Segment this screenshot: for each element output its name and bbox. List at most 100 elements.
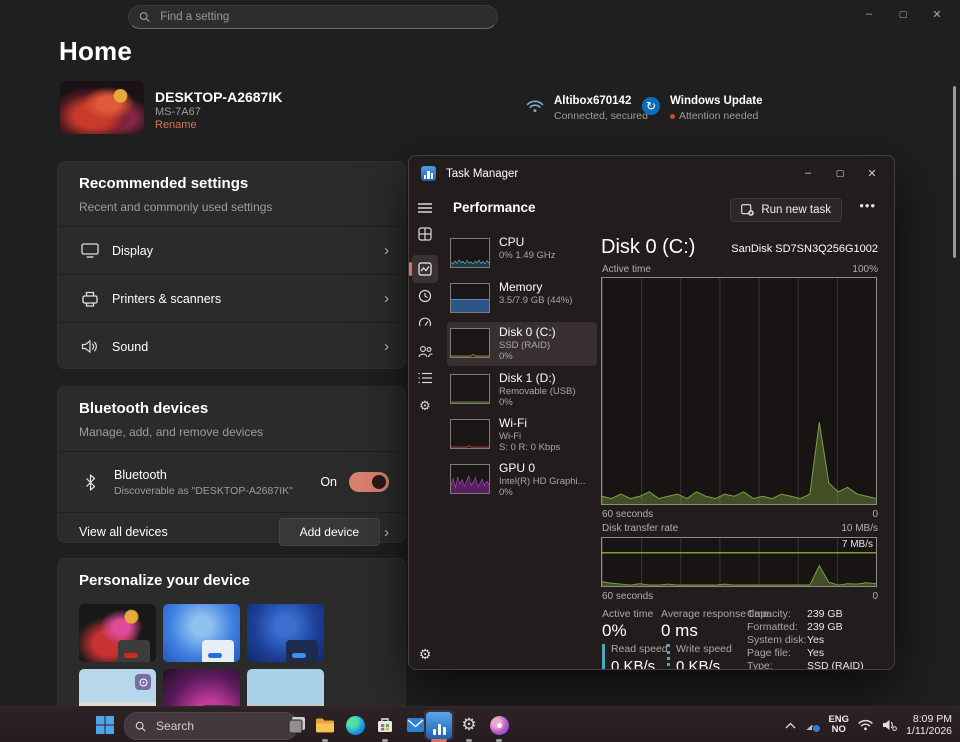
settings-taskbar-button[interactable]: ⚙ bbox=[456, 712, 482, 738]
write-speed-value: 0 KB/s bbox=[676, 658, 720, 670]
prop-value: Yes bbox=[807, 634, 824, 646]
tm-page-title: Performance bbox=[453, 200, 536, 215]
x-axis-left: 60 seconds bbox=[602, 591, 653, 602]
rename-link[interactable]: Rename bbox=[155, 119, 197, 131]
maximize-icon[interactable]: ▢ bbox=[824, 160, 856, 186]
metric-wifi[interactable]: Wi-Fi Wi-Fi S: 0 R: 0 Kbps bbox=[447, 413, 597, 457]
metric-disk0-selected[interactable]: Disk 0 (C:) SSD (RAID) 0% bbox=[447, 322, 597, 366]
gpu-mini-graph bbox=[451, 465, 489, 493]
disk1-mini-graph bbox=[451, 375, 489, 403]
onedrive-cloud-icon[interactable]: ☁ bbox=[805, 718, 819, 732]
details-icon[interactable] bbox=[414, 366, 436, 390]
windows-update-icon: ↻ bbox=[642, 97, 660, 115]
add-device-button[interactable]: Add device bbox=[279, 518, 380, 546]
theme-thumbnail-dark-flower[interactable] bbox=[79, 604, 156, 662]
page-title: Home bbox=[59, 36, 132, 67]
speaker-icon bbox=[81, 339, 99, 354]
disk-detail-title: Disk 0 (C:) bbox=[601, 236, 695, 259]
close-icon[interactable]: ✕ bbox=[856, 160, 888, 186]
startup-apps-icon[interactable] bbox=[414, 311, 436, 335]
tray-volume-icon[interactable] bbox=[882, 719, 897, 731]
attention-dot-icon bbox=[670, 114, 675, 119]
gear-icon: ⚙ bbox=[461, 715, 476, 735]
processes-icon[interactable] bbox=[414, 222, 436, 246]
store-icon bbox=[376, 716, 394, 734]
paint-app-button[interactable] bbox=[486, 712, 512, 738]
device-model: MS-7A67 bbox=[155, 106, 201, 118]
edge-icon bbox=[346, 716, 365, 735]
open-app-indicator bbox=[496, 739, 502, 742]
settings-search-box[interactable] bbox=[128, 5, 498, 29]
metric-cpu[interactable]: CPU 0% 1.49 GHz bbox=[447, 232, 597, 276]
task-manager-titlebar[interactable]: Task Manager bbox=[421, 166, 518, 181]
close-icon[interactable]: ✕ bbox=[920, 2, 954, 26]
toggle-state-label: On bbox=[320, 475, 337, 489]
clock[interactable]: 8:09 PM1/11/2026 bbox=[906, 713, 952, 737]
theme-preview-window bbox=[202, 640, 234, 662]
tray-chevron-up-icon[interactable] bbox=[785, 722, 796, 729]
settings-search-input[interactable] bbox=[158, 10, 487, 24]
task-manager-window: Task Manager – ▢ ✕ ⚙ ⚙ bbox=[408, 155, 895, 670]
navigation-menu-icon[interactable] bbox=[414, 196, 436, 220]
taskbar-search-input[interactable] bbox=[154, 718, 287, 734]
disk0-mini-graph bbox=[451, 329, 489, 357]
task-manager-app-icon bbox=[421, 166, 436, 181]
metric-gpu[interactable]: GPU 0 Intel(R) HD Graphi... 0% bbox=[447, 458, 597, 502]
setting-item-sound[interactable]: Sound › bbox=[58, 322, 405, 370]
transfer-rate-chart: 7 MB/s bbox=[601, 537, 877, 587]
view-all-devices-row[interactable]: View all devices Add device › bbox=[58, 512, 405, 551]
services-icon[interactable]: ⚙ bbox=[414, 394, 436, 418]
rail-accent-pill bbox=[409, 262, 412, 276]
tm-settings-icon[interactable]: ⚙ bbox=[414, 642, 436, 666]
users-icon[interactable] bbox=[414, 339, 436, 363]
memory-mini-graph bbox=[451, 284, 489, 312]
file-explorer-button[interactable] bbox=[312, 712, 338, 738]
read-speed-label: Read speed bbox=[611, 643, 668, 655]
microsoft-store-button[interactable] bbox=[372, 712, 398, 738]
task-manager-taskbar-button[interactable] bbox=[426, 712, 452, 738]
prop-value: SSD (RAID) bbox=[807, 660, 864, 670]
chevron-right-icon: › bbox=[384, 524, 389, 541]
scale-marker-label: 7 MB/s bbox=[842, 539, 873, 550]
metric-disk1[interactable]: Disk 1 (D:) Removable (USB) 0% bbox=[447, 368, 597, 412]
active-time-chart bbox=[601, 277, 877, 505]
open-app-indicator bbox=[322, 739, 328, 742]
taskbar-search-box[interactable] bbox=[124, 712, 298, 740]
more-options-icon[interactable]: ••• bbox=[859, 198, 876, 213]
network-status[interactable]: Altibox670142 Connected, secured bbox=[526, 95, 648, 122]
task-view-button[interactable] bbox=[284, 712, 310, 738]
bluetooth-toggle[interactable] bbox=[349, 472, 389, 492]
minimize-icon[interactable]: – bbox=[792, 160, 824, 186]
start-button[interactable] bbox=[92, 712, 118, 738]
windows-update-status[interactable]: ↻ Windows Update Attention needed bbox=[642, 95, 763, 122]
setting-item-printers[interactable]: Printers & scanners › bbox=[58, 274, 405, 322]
tray-wifi-icon[interactable] bbox=[858, 719, 873, 731]
run-new-task-button[interactable]: Run new task bbox=[730, 198, 842, 222]
transfer-rate-series bbox=[602, 538, 876, 586]
wifi-ssid: Altibox670142 bbox=[554, 95, 648, 107]
maximize-icon[interactable]: ▢ bbox=[886, 2, 920, 26]
search-icon bbox=[135, 720, 146, 733]
language-indicator[interactable]: ENGNO bbox=[828, 715, 849, 735]
taskbar: ⚙ ☁ ENGNO bbox=[0, 706, 960, 742]
performance-icon[interactable] bbox=[414, 257, 436, 281]
prop-value: 239 GB bbox=[807, 621, 843, 633]
open-app-indicator bbox=[382, 739, 388, 742]
device-wallpaper-thumbnail bbox=[60, 81, 144, 134]
transfer-rate-label: Disk transfer rate bbox=[602, 523, 678, 534]
personalize-title: Personalize your device bbox=[58, 559, 405, 589]
settings-scrollbar[interactable] bbox=[953, 86, 956, 258]
theme-thumbnail-light-bloom[interactable] bbox=[163, 604, 240, 662]
prop-label: System disk: bbox=[747, 634, 807, 646]
spotlight-badge-icon bbox=[135, 674, 151, 690]
toggle-knob bbox=[372, 475, 386, 489]
bluetooth-label: Bluetooth bbox=[114, 468, 293, 482]
setting-item-display[interactable]: Display › bbox=[58, 226, 405, 274]
metric-memory[interactable]: Memory 3.5/7.9 GB (44%) bbox=[447, 277, 597, 321]
minimize-icon[interactable]: – bbox=[852, 2, 886, 26]
app-history-icon[interactable] bbox=[414, 284, 436, 308]
x-axis-left: 60 seconds bbox=[602, 509, 653, 520]
windows-update-title: Windows Update bbox=[670, 95, 763, 107]
edge-browser-button[interactable] bbox=[342, 712, 368, 738]
theme-thumbnail-dark-bloom[interactable] bbox=[247, 604, 324, 662]
